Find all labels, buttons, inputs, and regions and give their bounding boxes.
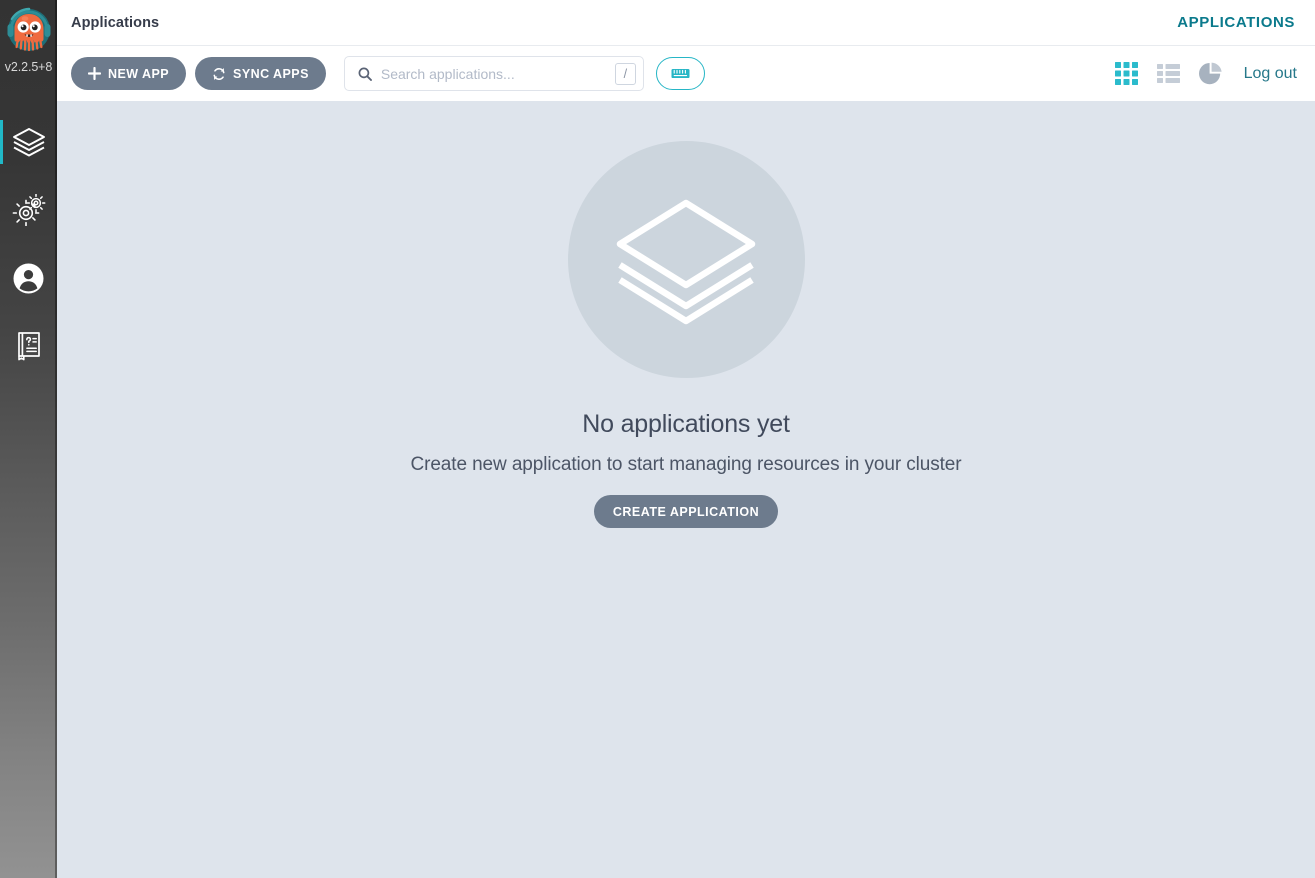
keyboard-icon [671, 69, 690, 78]
version-label: v2.2.5+8 [4, 60, 53, 74]
view-toggle-group [1114, 62, 1222, 85]
layers-icon [12, 128, 45, 157]
create-application-button[interactable]: CREATE APPLICATION [593, 495, 779, 528]
grid-icon [1114, 62, 1138, 85]
empty-state: No applications yet Create new applicati… [57, 101, 1315, 528]
sidebar-item-user-info[interactable] [0, 244, 57, 312]
plus-icon [88, 67, 101, 80]
page-header: Applications APPLICATIONS [57, 0, 1315, 46]
sidebar-item-applications[interactable] [0, 108, 57, 176]
list-icon [1156, 64, 1180, 83]
sync-apps-button[interactable]: SYNC APPS [195, 57, 326, 90]
keyboard-shortcuts-button[interactable] [655, 57, 705, 90]
tiles-view-toggle[interactable] [1114, 62, 1138, 85]
summary-view-toggle[interactable] [1198, 62, 1222, 85]
search-input[interactable] [380, 65, 606, 82]
sidebar-nav [0, 108, 57, 380]
new-app-button[interactable]: NEW APP [71, 57, 187, 90]
active-indicator [0, 120, 3, 164]
empty-state-title: No applications yet [582, 410, 790, 438]
list-view-toggle[interactable] [1156, 64, 1180, 83]
new-app-label: NEW APP [108, 66, 170, 81]
search-shortcut-badge: / [614, 62, 636, 85]
user-icon [13, 263, 44, 293]
content-area: No applications yet Create new applicati… [57, 101, 1315, 878]
sidebar-item-settings[interactable] [0, 176, 57, 244]
toolbar: NEW APP SYNC APPS Search applications...… [57, 46, 1315, 101]
page-title: APPLICATIONS [1177, 14, 1295, 31]
empty-state-illustration [567, 141, 805, 378]
search-box[interactable]: / [343, 56, 644, 91]
sync-icon [213, 67, 225, 80]
layers-stack-icon [616, 199, 756, 324]
sidebar: v2.2.5+8 [0, 0, 57, 878]
argo-octopus-logo [7, 7, 50, 52]
search-icon [358, 67, 372, 81]
book-icon [17, 332, 40, 361]
breadcrumb[interactable]: Applications [71, 15, 159, 31]
brand[interactable]: v2.2.5+8 [0, 0, 57, 97]
sidebar-item-documentation[interactable] [0, 312, 57, 380]
gears-icon [12, 194, 45, 226]
pie-chart-icon [1198, 62, 1222, 85]
app-shell: v2.2.5+8 Applications APPLICATIONS NEW A… [0, 0, 1315, 878]
main-area: Applications APPLICATIONS NEW APP SYNC A… [57, 0, 1315, 878]
sync-apps-label: SYNC APPS [233, 66, 309, 81]
empty-state-subtitle: Create new application to start managing… [410, 454, 962, 475]
logout-link[interactable]: Log out [1244, 65, 1297, 83]
